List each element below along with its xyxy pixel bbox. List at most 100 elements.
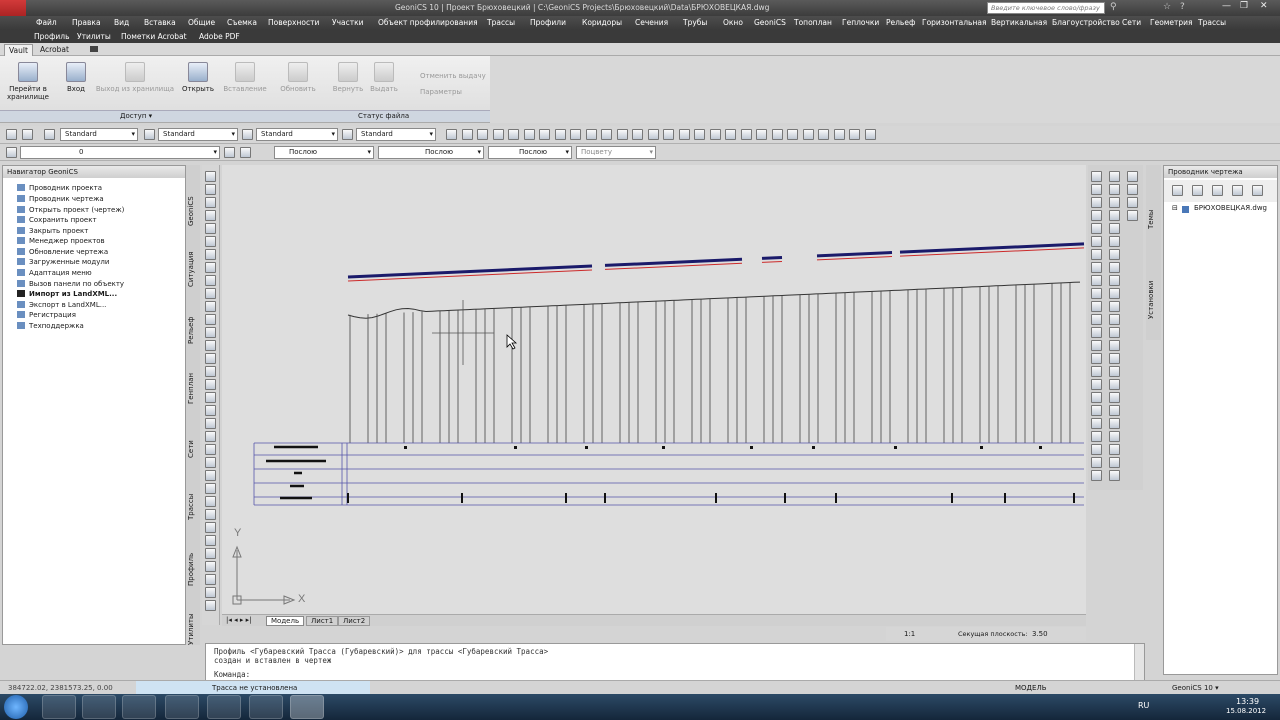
toolbar-icon[interactable]	[616, 129, 628, 140]
menu-item[interactable]: Пометки Acrobat	[121, 32, 187, 41]
menu-item[interactable]: Утилиты	[77, 32, 111, 41]
palette-tool-icon[interactable]	[1109, 314, 1120, 325]
draw-tool-icon[interactable]	[205, 249, 216, 260]
nav-item[interactable]: Закрыть проект	[17, 227, 88, 235]
draw-tool-icon[interactable]	[205, 340, 216, 351]
vtab[interactable]: Ситуация	[187, 249, 199, 289]
tool-icon[interactable]	[242, 129, 253, 140]
vtab[interactable]: Профиль	[187, 549, 199, 589]
vtab-themes[interactable]: Темы	[1147, 205, 1159, 233]
palette-tool-icon[interactable]	[1127, 210, 1138, 221]
maximize-button[interactable]: ❐	[1240, 1, 1248, 11]
ribbon-minimize-icon[interactable]	[90, 46, 98, 52]
menu-item[interactable]: Профили	[530, 18, 566, 27]
taskbar-app[interactable]	[82, 695, 116, 719]
draw-tool-icon[interactable]	[205, 496, 216, 507]
open-button[interactable]: Открыть	[180, 62, 216, 93]
palette-tool-icon[interactable]	[1091, 197, 1102, 208]
menu-item[interactable]: Объект профилирования	[378, 18, 478, 27]
text-style-select[interactable]: Standard	[60, 128, 138, 141]
toolbar-icon[interactable]	[694, 129, 705, 140]
menu-item[interactable]: Сечения	[635, 18, 668, 27]
palette-tool-icon[interactable]	[1127, 184, 1138, 195]
taskbar-geonics[interactable]	[290, 695, 324, 719]
nav-item[interactable]: Регистрация	[17, 311, 76, 319]
vtab[interactable]: Генплан	[187, 371, 199, 405]
toolbar-icon[interactable]	[446, 129, 457, 140]
menu-item[interactable]: Рельеф	[886, 18, 915, 27]
palette-tool-icon[interactable]	[1109, 340, 1120, 351]
logout-button[interactable]: Выход из хранилища	[94, 62, 176, 93]
palette-tool-icon[interactable]	[1109, 288, 1120, 299]
toolbar-icon[interactable]	[461, 129, 473, 140]
linetype-select[interactable]: Послою	[378, 146, 484, 159]
draw-tool-icon[interactable]	[205, 418, 216, 429]
palette-tool-icon[interactable]	[1109, 379, 1120, 390]
layer-tool-icon[interactable]	[224, 147, 235, 158]
palette-tool-icon[interactable]	[1109, 431, 1120, 442]
tab-model[interactable]: Модель	[266, 616, 305, 626]
draw-tool-icon[interactable]	[205, 223, 216, 234]
draw-tool-icon[interactable]	[205, 197, 216, 208]
draw-tool-icon[interactable]	[205, 314, 216, 325]
draw-tool-icon[interactable]	[205, 587, 216, 598]
insert-button[interactable]: Вставление	[220, 62, 270, 93]
toolbar-icon[interactable]	[632, 129, 643, 140]
palette-tool-icon[interactable]	[1091, 379, 1102, 390]
palette-tool-icon[interactable]	[1091, 444, 1102, 455]
palette-tool-icon[interactable]	[1091, 314, 1102, 325]
tab-sheet1[interactable]: Лист1	[306, 616, 339, 626]
toolbar-icon[interactable]	[647, 129, 659, 140]
explorer-tool-icon[interactable]	[1192, 185, 1203, 196]
clock-time[interactable]: 13:39	[1236, 697, 1259, 706]
nav-arrows[interactable]: |◂ ◂ ▸ ▸|	[226, 616, 251, 624]
palette-tool-icon[interactable]	[1091, 418, 1102, 429]
palette-tool-icon[interactable]	[1091, 210, 1102, 221]
toolbar-icon[interactable]	[771, 129, 783, 140]
palette-tool-icon[interactable]	[1109, 470, 1120, 481]
vtab[interactable]: Сети	[187, 437, 199, 461]
toolbar-icon[interactable]	[725, 129, 736, 140]
palette-tool-icon[interactable]	[1109, 275, 1120, 286]
dim-style-select[interactable]: Standard	[158, 128, 238, 141]
checkout-button[interactable]: Выдать	[366, 62, 402, 93]
tool-icon[interactable]	[6, 129, 17, 140]
toolbar-icon[interactable]	[740, 129, 752, 140]
palette-tool-icon[interactable]	[1109, 236, 1120, 247]
palette-tool-icon[interactable]	[1091, 223, 1102, 234]
menu-item[interactable]: Съемка	[227, 18, 257, 27]
taskbar-app[interactable]	[122, 695, 156, 719]
draw-tool-icon[interactable]	[205, 457, 216, 468]
clock-date[interactable]: 15.08.2012	[1226, 707, 1266, 715]
draw-tool-icon[interactable]	[205, 327, 216, 338]
drawing-canvas[interactable]: Y X	[222, 165, 1086, 615]
menu-item[interactable]: Сети	[1122, 18, 1141, 27]
palette-tool-icon[interactable]	[1091, 262, 1102, 273]
draw-tool-icon[interactable]	[205, 444, 216, 455]
tool-icon[interactable]	[144, 129, 155, 140]
draw-tool-icon[interactable]	[205, 301, 216, 312]
draw-tool-icon[interactable]	[205, 561, 216, 572]
palette-tool-icon[interactable]	[1109, 327, 1120, 338]
search-box[interactable]: Введите ключевое слово/фразу	[987, 2, 1105, 14]
layer-icon[interactable]	[6, 147, 17, 158]
menu-item[interactable]: Общие	[188, 18, 215, 27]
close-button[interactable]: ✕	[1260, 1, 1268, 11]
toolbar-icon[interactable]	[492, 129, 504, 140]
annotation-scale[interactable]: 1:1	[904, 630, 915, 638]
vtab-settings[interactable]: Установки	[1147, 277, 1159, 323]
menu-item[interactable]: Трассы	[1198, 18, 1226, 27]
draw-tool-icon[interactable]	[205, 522, 216, 533]
group-access-label[interactable]: Доступ ▾	[120, 112, 152, 120]
explorer-tool-icon[interactable]	[1172, 185, 1183, 196]
command-line[interactable]: Профиль <Губаревский Трасса (Губаревский…	[205, 643, 1145, 681]
toolbar-icon[interactable]	[818, 129, 829, 140]
toolbar-icon[interactable]	[709, 129, 721, 140]
toolbar-icon[interactable]	[601, 129, 612, 140]
draw-tool-icon[interactable]	[205, 548, 216, 559]
menu-item[interactable]: Вид	[114, 18, 129, 27]
palette-tool-icon[interactable]	[1109, 197, 1120, 208]
undo-checkout-button[interactable]: Отменить выдачу	[420, 72, 486, 80]
toolbar-icon[interactable]	[756, 129, 767, 140]
vtab[interactable]: Утилиты	[187, 611, 199, 647]
